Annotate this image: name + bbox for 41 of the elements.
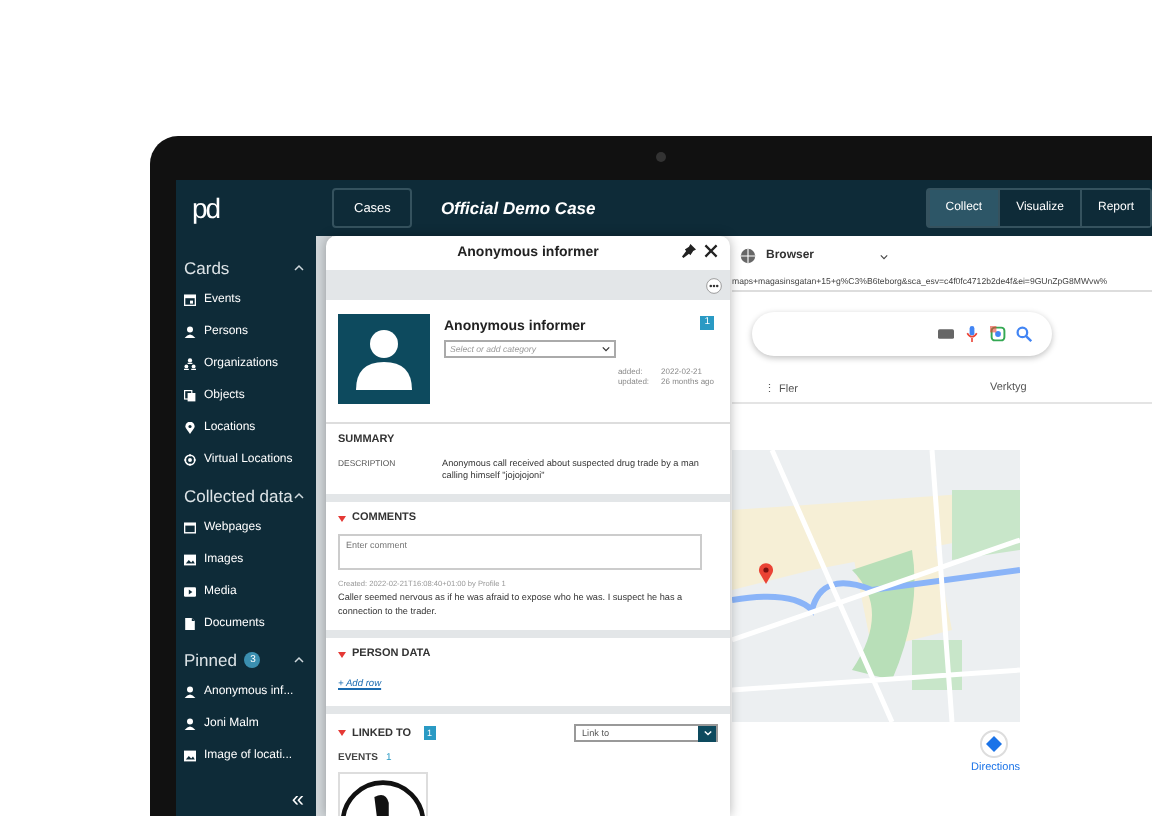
location-pin-icon (184, 422, 196, 434)
event-card[interactable] (338, 772, 428, 816)
microphone-icon[interactable] (964, 326, 980, 342)
document-icon (184, 618, 196, 630)
triangle-icon[interactable] (338, 651, 346, 658)
camera-icon (656, 152, 666, 162)
chevron-icon[interactable] (294, 264, 304, 272)
camera-lens-icon[interactable] (990, 326, 1006, 342)
app-logo: pd (190, 192, 222, 224)
target-icon (184, 454, 196, 466)
chevron-icon[interactable] (294, 656, 304, 664)
person-icon (184, 686, 196, 698)
triangle-icon[interactable] (338, 515, 346, 522)
section-heading[interactable]: Pinned (184, 650, 237, 670)
triangle-icon[interactable] (338, 730, 346, 737)
image-icon (184, 554, 196, 566)
caret-icon[interactable] (880, 253, 889, 259)
person-icon (184, 326, 196, 338)
case-title: Official Demo Case (440, 198, 596, 218)
search-icon[interactable] (1016, 326, 1032, 342)
chevron-icon[interactable] (294, 492, 304, 500)
section-heading[interactable]: Cards (184, 258, 230, 278)
globe-icon (740, 248, 756, 264)
section-heading[interactable]: Collected data (184, 486, 293, 506)
browser-window-icon (184, 522, 196, 534)
caret-icon (602, 346, 610, 352)
image-icon (184, 750, 196, 762)
collapse-button[interactable]: « (291, 790, 304, 812)
play-icon (184, 586, 196, 598)
map-pin-icon (758, 562, 774, 584)
people-group-icon (184, 358, 196, 370)
calendar-icon (184, 294, 196, 306)
person-icon (184, 718, 196, 730)
event-drawing (340, 774, 426, 816)
pin-icon[interactable] (682, 244, 696, 258)
caret-icon (703, 730, 711, 737)
close-icon[interactable] (704, 244, 718, 258)
keyboard-icon[interactable] (938, 326, 954, 342)
directions-icon[interactable] (980, 730, 1008, 758)
copy-icon (184, 390, 196, 402)
more-options-icon[interactable] (706, 277, 722, 293)
